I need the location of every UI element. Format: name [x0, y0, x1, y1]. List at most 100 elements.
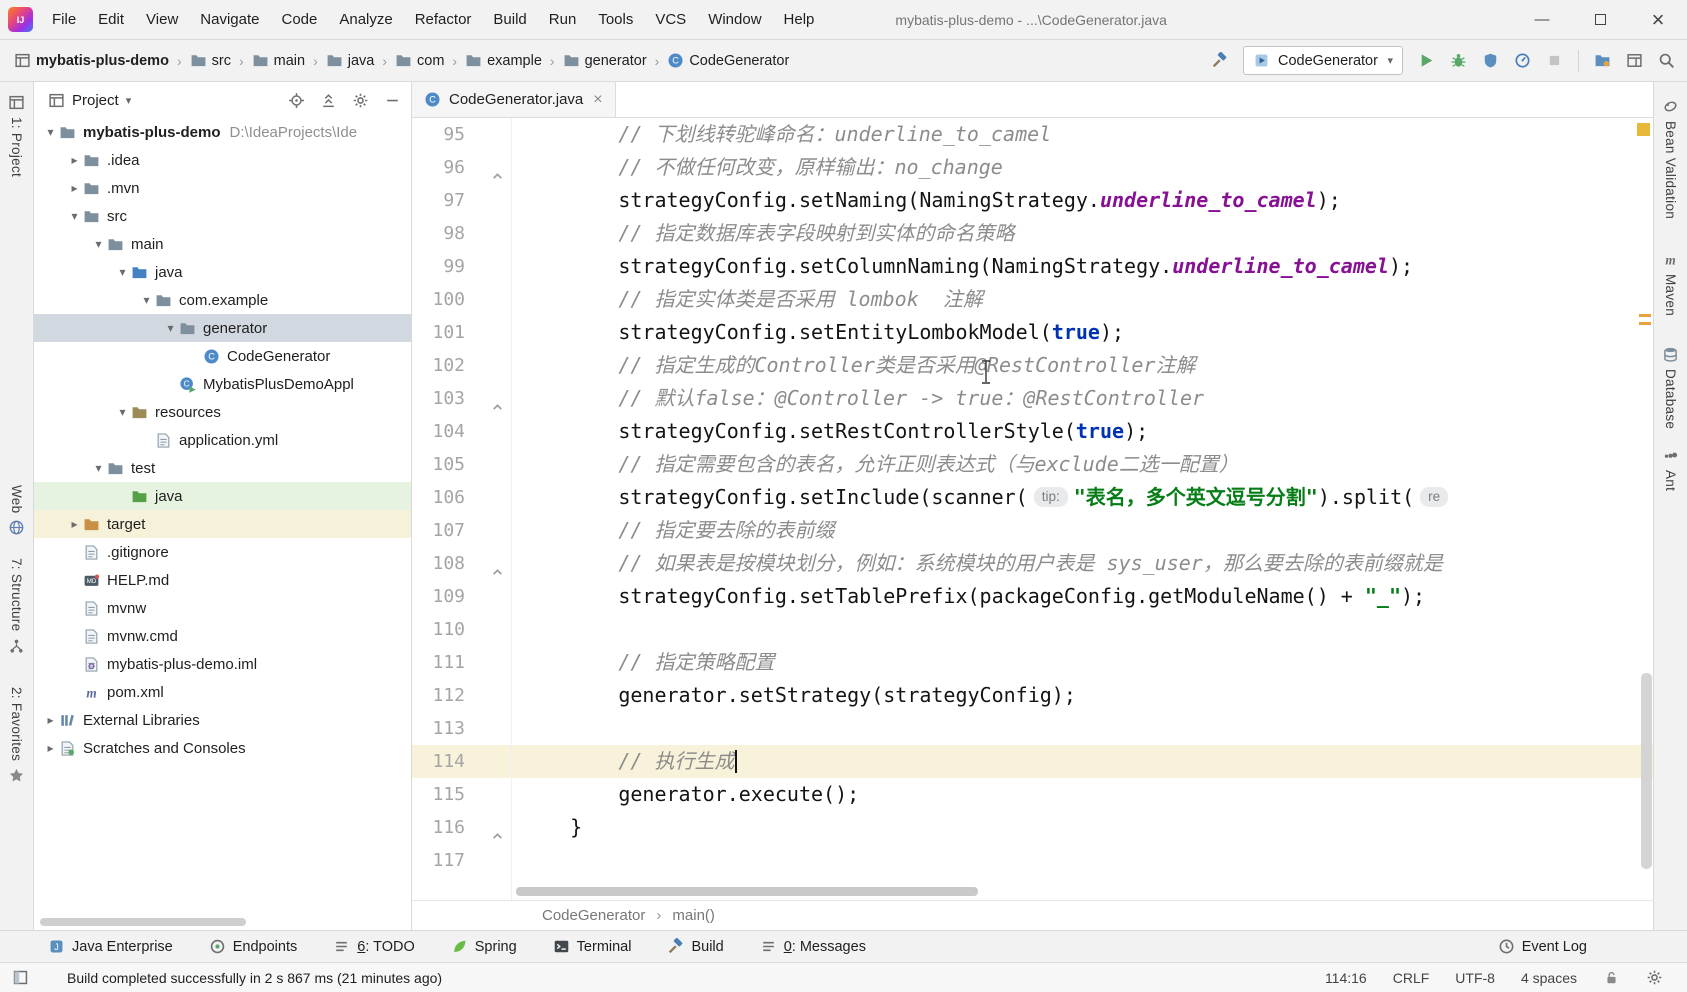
- code-line[interactable]: generator.execute();: [512, 778, 1653, 811]
- code-line[interactable]: }: [512, 811, 1653, 844]
- chevron-down-icon[interactable]: ▾: [90, 461, 107, 475]
- line-ending[interactable]: CRLF: [1393, 970, 1430, 986]
- code-line[interactable]: strategyConfig.setTablePrefix(packageCon…: [512, 580, 1653, 613]
- vertical-scrollbar[interactable]: [1641, 673, 1652, 869]
- tree-item-mvnw[interactable]: mvnw: [34, 594, 411, 622]
- chevron-right-icon[interactable]: ▸: [42, 741, 59, 755]
- build-hammer-icon[interactable]: [1211, 52, 1228, 69]
- code-line[interactable]: // 指定实体类是否采用 lombok 注解: [512, 283, 1653, 316]
- tool-window-button-spring[interactable]: Spring: [451, 938, 517, 955]
- tool-button-bean-validation[interactable]: Bean Validation: [1662, 98, 1679, 219]
- coverage-icon[interactable]: [1482, 52, 1499, 69]
- tree-item-help-md[interactable]: MDHELP.md: [34, 566, 411, 594]
- tree-item-com-example[interactable]: ▾com.example: [34, 286, 411, 314]
- stop-icon[interactable]: [1546, 52, 1563, 69]
- maximize-icon[interactable]: [1571, 0, 1629, 40]
- menu-code[interactable]: Code: [270, 0, 328, 40]
- tree-item-java[interactable]: java: [34, 482, 411, 510]
- tree-item-scratches-and-consoles[interactable]: ▸Scratches and Consoles: [34, 734, 411, 762]
- chevron-down-icon[interactable]: ▾: [66, 209, 83, 223]
- encoding[interactable]: UTF-8: [1455, 970, 1495, 986]
- chevron-down-icon[interactable]: ▾: [126, 94, 132, 107]
- chevron-down-icon[interactable]: ▾: [90, 237, 107, 251]
- tree-item-target[interactable]: ▸target: [34, 510, 411, 538]
- code-line[interactable]: // 指定策略配置: [512, 646, 1653, 679]
- chevron-right-icon[interactable]: ▸: [66, 181, 83, 195]
- breadcrumb-com[interactable]: com: [395, 52, 444, 69]
- code-line[interactable]: [512, 844, 1653, 877]
- chevron-down-icon[interactable]: ▾: [42, 125, 59, 139]
- code-line[interactable]: strategyConfig.setInclude(scanner(tip:"表…: [512, 481, 1653, 514]
- fold-marker-icon[interactable]: [491, 161, 504, 174]
- tool-window-button-event-log[interactable]: Event Log: [1498, 938, 1587, 955]
- tool-window-button-endpoints[interactable]: Endpoints: [209, 938, 298, 955]
- menu-file[interactable]: File: [41, 0, 87, 40]
- menu-navigate[interactable]: Navigate: [189, 0, 270, 40]
- tree-item-java[interactable]: ▾java: [34, 258, 411, 286]
- tree-item-generator[interactable]: ▾generator: [34, 314, 411, 342]
- lock-icon[interactable]: [1603, 969, 1620, 986]
- editor-breadcrumb-codegenerator[interactable]: CodeGenerator: [542, 907, 645, 924]
- menu-build[interactable]: Build: [482, 0, 537, 40]
- tree-item-mvn[interactable]: ▸.mvn: [34, 174, 411, 202]
- editor[interactable]: 9596979899100101102103104105106107108109…: [412, 118, 1653, 900]
- breadcrumb-src[interactable]: src: [190, 52, 231, 69]
- project-panel-title[interactable]: Project: [72, 92, 119, 109]
- tool-button-2-favorites[interactable]: 2: Favorites: [8, 687, 25, 784]
- menu-refactor[interactable]: Refactor: [404, 0, 483, 40]
- tool-button-database[interactable]: Database: [1662, 346, 1679, 429]
- menu-view[interactable]: View: [135, 0, 189, 40]
- horizontal-scrollbar[interactable]: [516, 887, 978, 896]
- code-line[interactable]: // 指定数据库表字段映射到实体的命名策略: [512, 217, 1653, 250]
- code-line[interactable]: strategyConfig.setEntityLombokModel(true…: [512, 316, 1653, 349]
- close-tab-icon[interactable]: ×: [593, 91, 602, 109]
- run-configuration-select[interactable]: CodeGenerator▾: [1243, 46, 1403, 75]
- hide-icon[interactable]: [384, 92, 401, 109]
- tree-item-resources[interactable]: ▾resources: [34, 398, 411, 426]
- chevron-down-icon[interactable]: ▾: [138, 293, 155, 307]
- code-line[interactable]: strategyConfig.setNaming(NamingStrategy.…: [512, 184, 1653, 217]
- tool-button-ant[interactable]: Ant: [1662, 447, 1679, 491]
- code-line[interactable]: // 如果表是按模块划分，例如：系统模块的用户表是 sys_user，那么要去除…: [512, 547, 1653, 580]
- tool-window-button-6-todo[interactable]: 6: TODO: [333, 938, 415, 955]
- menu-analyze[interactable]: Analyze: [328, 0, 403, 40]
- breadcrumb-generator[interactable]: generator: [563, 52, 647, 69]
- search-everywhere-icon[interactable]: [1658, 52, 1675, 69]
- menu-edit[interactable]: Edit: [87, 0, 135, 40]
- code-line[interactable]: strategyConfig.setColumnNaming(NamingStr…: [512, 250, 1653, 283]
- code-line[interactable]: strategyConfig.setRestControllerStyle(tr…: [512, 415, 1653, 448]
- debug-icon[interactable]: [1450, 52, 1467, 69]
- code-line[interactable]: // 默认false：@Controller -> true：@RestCont…: [512, 382, 1653, 415]
- code-line[interactable]: [512, 613, 1653, 646]
- editor-breadcrumb-main[interactable]: main(): [672, 907, 715, 924]
- code-line[interactable]: // 执行生成: [512, 745, 1653, 778]
- close-icon[interactable]: ×: [1629, 0, 1687, 40]
- breadcrumb-codegenerator[interactable]: CCodeGenerator: [667, 52, 789, 69]
- tree-item-test[interactable]: ▾test: [34, 454, 411, 482]
- code-line[interactable]: // 指定需要包含的表名，允许正则表达式（与exclude二选一配置）: [512, 448, 1653, 481]
- breadcrumb-main[interactable]: main: [252, 52, 305, 69]
- breadcrumb-example[interactable]: example: [465, 52, 542, 69]
- tree-item-src[interactable]: ▾src: [34, 202, 411, 230]
- tool-button-7-structure[interactable]: 7: Structure: [8, 558, 25, 654]
- chevron-down-icon[interactable]: ▾: [162, 321, 179, 335]
- tree-item-pom-xml[interactable]: mpom.xml: [34, 678, 411, 706]
- tree-item-mybatisplusdemoappl[interactable]: CMybatisPlusDemoAppl: [34, 370, 411, 398]
- tree-item-main[interactable]: ▾main: [34, 230, 411, 258]
- tree-item-mybatis-plus-demo[interactable]: ▾mybatis-plus-demoD:\IdeaProjects\Ide: [34, 118, 411, 146]
- caret-position[interactable]: 114:16: [1325, 970, 1367, 986]
- tool-window-switcher-icon[interactable]: [12, 969, 29, 986]
- minimize-icon[interactable]: —: [1513, 0, 1571, 40]
- code-line[interactable]: generator.setStrategy(strategyConfig);: [512, 679, 1653, 712]
- tool-window-button-terminal[interactable]: Terminal: [553, 938, 632, 955]
- fold-marker-icon[interactable]: [491, 392, 504, 405]
- code-line[interactable]: // 下划线转驼峰命名：underline_to_camel: [512, 118, 1653, 151]
- tree-item-mybatis-plus-demo-iml[interactable]: mybatis-plus-demo.iml: [34, 650, 411, 678]
- tree-item-gitignore[interactable]: .gitignore: [34, 538, 411, 566]
- code-line[interactable]: // 不做任何改变，原样输出：no_change: [512, 151, 1653, 184]
- tool-window-button-java-enterprise[interactable]: JJava Enterprise: [48, 938, 173, 955]
- gear-icon[interactable]: [1646, 969, 1663, 986]
- indent-setting[interactable]: 4 spaces: [1521, 970, 1577, 986]
- tree-item-application-yml[interactable]: application.yml: [34, 426, 411, 454]
- code-line[interactable]: // 指定生成的Controller类是否采用@RestController注解: [512, 349, 1653, 382]
